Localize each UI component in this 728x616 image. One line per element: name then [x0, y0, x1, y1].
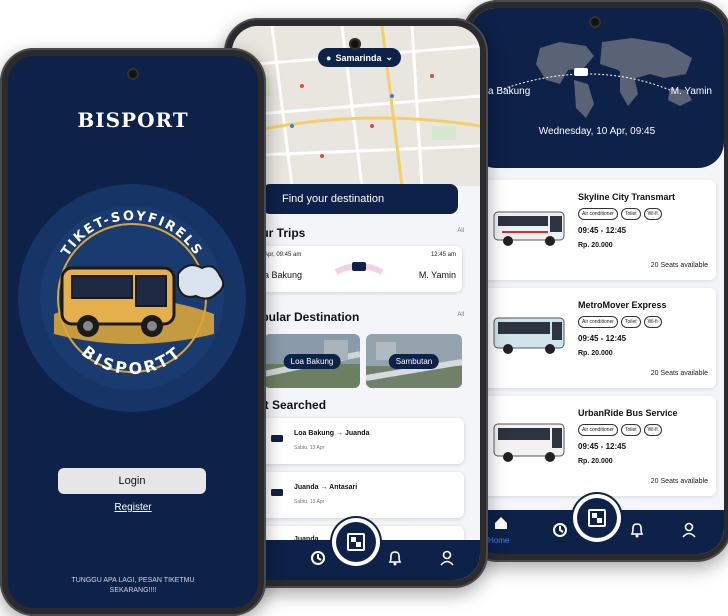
- search-history-item[interactable]: Loa Bakung → Juanda Sabtu, 13 Apr: [260, 418, 464, 464]
- qr-code-icon: [588, 509, 606, 527]
- qr-code-button[interactable]: [336, 522, 376, 562]
- front-camera: [349, 38, 361, 50]
- trip-destination: M. Yamin: [418, 270, 456, 280]
- amenity-chip: Toilet: [620, 208, 641, 220]
- city-name: Samarinda: [335, 52, 382, 63]
- home-icon[interactable]: [494, 516, 508, 533]
- amenity-chips: Air conditioner Toilet Wi-fi: [578, 208, 662, 220]
- bus-name: UrbanRide Bus Service: [578, 408, 678, 418]
- city-selector[interactable]: ● Samarinda ⌄: [318, 48, 402, 67]
- app-title: BISPORT: [77, 108, 189, 132]
- amenity-chip: Air conditioner: [578, 316, 618, 328]
- qr-code-button[interactable]: [577, 498, 617, 538]
- search-route: Juanda → Antasari: [294, 484, 358, 491]
- search-route: Loa Bakung → Juanda: [294, 430, 370, 437]
- history-icon[interactable]: [310, 550, 326, 569]
- app-logo: TIKET-SOYFIRELS BISPORTT: [18, 184, 246, 412]
- popular-destination-title: opular Destination: [254, 310, 360, 324]
- results-screen: a Bakung M. Yamin Wednesday, 10 Apr, 09:…: [470, 8, 724, 554]
- destination-card[interactable]: Loa Bakung: [264, 334, 360, 388]
- chevron-down-icon: ⌄: [385, 52, 394, 62]
- notification-icon[interactable]: [630, 522, 644, 541]
- nav-home-label[interactable]: Home: [488, 536, 509, 545]
- bus-time: 09:45 - 12:45: [578, 226, 627, 235]
- bus-card[interactable]: MetroMover Express Air conditioner Toile…: [478, 288, 716, 388]
- trip-card[interactable]: Apr, 09:45 am 12:45 am a Bakung M. Yamin: [260, 246, 462, 292]
- bus-icon: [334, 262, 384, 275]
- origin-label: a Bakung: [488, 86, 531, 97]
- destination-label: M. Yamin: [670, 86, 712, 97]
- login-button[interactable]: Login: [58, 468, 206, 494]
- register-link[interactable]: Register: [8, 502, 258, 513]
- popular-all-link[interactable]: All: [457, 312, 464, 318]
- bus-price: Rp. 20.000: [578, 458, 613, 465]
- amenity-chip: Air conditioner: [578, 424, 618, 436]
- bus-icon: [271, 435, 283, 442]
- bus-card[interactable]: Skyline City Transmart Air conditioner T…: [478, 180, 716, 280]
- history-icon[interactable]: [552, 522, 568, 541]
- city-map[interactable]: ● Samarinda ⌄: [232, 26, 480, 187]
- trip-depart-time: Apr, 09:45 am: [264, 252, 302, 258]
- bus-name: Skyline City Transmart: [578, 192, 676, 202]
- destination-label: Loa Bakung: [283, 354, 341, 369]
- tagline: TUNGGU APA LAGI, PESAN TIKETMU SEKARANG!…: [71, 577, 195, 594]
- profile-icon[interactable]: [440, 550, 454, 569]
- search-date: Sabtu, 13 Apr: [294, 499, 325, 505]
- amenity-chips: Air conditioner Toilet Wi-fi: [578, 316, 662, 328]
- amenity-chip: Toilet: [620, 316, 641, 328]
- amenity-chip: Wi-fi: [643, 424, 662, 436]
- profile-icon[interactable]: [682, 522, 696, 541]
- last-searched-title: st Searched: [258, 398, 327, 412]
- home-screen: ● Samarinda ⌄ Find your destination our …: [232, 26, 480, 580]
- bus-card[interactable]: UrbanRide Bus Service Air conditioner To…: [478, 396, 716, 496]
- amenity-chip: Wi-fi: [643, 208, 662, 220]
- phone-login: BISPORT TIKET-SOYFIRELS BISPORTT Login R…: [0, 48, 266, 616]
- front-camera: [127, 68, 139, 80]
- departure-date: Wednesday, 10 Apr, 09:45: [538, 126, 656, 137]
- search-date: Sabtu, 13 Apr: [294, 445, 325, 451]
- bus-image: [493, 317, 565, 354]
- bus-logo-graphic: TIKET-SOYFIRELS BISPORTT: [40, 206, 225, 390]
- login-screen: BISPORT TIKET-SOYFIRELS BISPORTT Login R…: [8, 56, 258, 608]
- destination-label: Sambutan: [388, 354, 440, 369]
- route-header: a Bakung M. Yamin Wednesday, 10 Apr, 09:…: [470, 8, 724, 168]
- bus-price: Rp. 20.000: [578, 242, 613, 249]
- seats-available: 20 Seats available: [650, 262, 708, 269]
- trip-origin: a Bakung: [264, 270, 303, 280]
- world-map-graphic: [499, 38, 692, 118]
- amenity-chip: Air conditioner: [578, 208, 618, 220]
- bus-time: 09:45 - 12:45: [578, 334, 627, 343]
- location-pin-icon: ●: [326, 52, 332, 63]
- phone-bus-results: a Bakung M. Yamin Wednesday, 10 Apr, 09:…: [462, 0, 728, 562]
- amenity-chip: Toilet: [620, 424, 641, 436]
- amenity-chips: Air conditioner Toilet Wi-fi: [578, 424, 662, 436]
- seats-available: 20 Seats available: [650, 478, 708, 485]
- seats-available: 20 Seats available: [650, 370, 708, 377]
- find-destination-button[interactable]: Find your destination: [262, 184, 458, 214]
- bus-icon: [271, 489, 283, 496]
- trip-arrive-time: 12:45 am: [430, 252, 456, 258]
- front-camera: [589, 16, 601, 28]
- your-trips-all-link[interactable]: All: [457, 228, 464, 234]
- destination-card[interactable]: Sambutan: [366, 334, 462, 388]
- notification-icon[interactable]: [388, 550, 402, 569]
- bus-image: [493, 423, 565, 462]
- qr-code-icon: [347, 533, 365, 551]
- bus-image: [493, 211, 565, 246]
- search-history-item[interactable]: Juanda → Antasari Sabtu, 13 Apr: [260, 472, 464, 518]
- bus-name: MetroMover Express: [578, 300, 667, 310]
- bus-time: 09:45 - 12:45: [578, 442, 627, 451]
- mockup-stage: a Bakung M. Yamin Wednesday, 10 Apr, 09:…: [0, 0, 728, 616]
- bus-price: Rp. 20.000: [578, 350, 613, 357]
- amenity-chip: Wi-fi: [643, 316, 662, 328]
